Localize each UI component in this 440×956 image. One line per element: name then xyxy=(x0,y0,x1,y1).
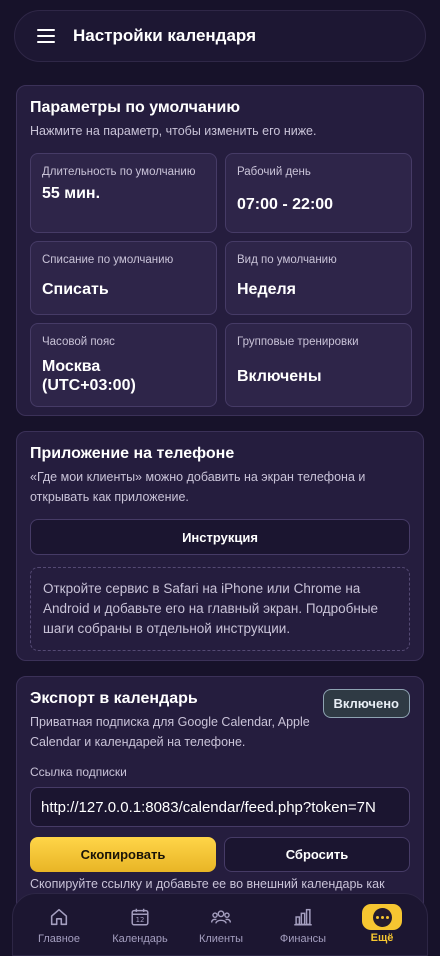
param-group-trainings[interactable]: Групповые тренировки Включены xyxy=(225,323,412,407)
bottom-nav: Главное 12 Календарь Клиенты Финансы Ещё xyxy=(12,893,428,956)
param-label: Длительность по умолчанию xyxy=(42,166,196,178)
param-label: Рабочий день xyxy=(237,166,311,178)
export-card: Экспорт в календарь Включено Приватная п… xyxy=(16,676,424,916)
more-icon xyxy=(362,904,402,930)
param-value: Неделя xyxy=(237,281,297,298)
param-timezone[interactable]: Часовой пояс Москва (UTC+03:00) xyxy=(30,323,217,407)
finance-icon xyxy=(294,908,312,926)
defaults-card: Параметры по умолчанию Нажмите на параме… xyxy=(16,85,424,416)
param-duration[interactable]: Длительность по умолчанию 55 мин. xyxy=(30,153,217,233)
link-label: Ссылка подписки xyxy=(30,765,127,779)
install-hint: Откройте сервис в Safari на iPhone или C… xyxy=(30,567,410,651)
nav-item-clients[interactable]: Клиенты xyxy=(189,894,253,954)
param-view[interactable]: Вид по умолчанию Неделя xyxy=(225,241,412,315)
home-icon xyxy=(50,908,68,926)
param-workday[interactable]: Рабочий день 07:00 - 22:00 xyxy=(225,153,412,233)
nav-label: Календарь xyxy=(112,933,168,945)
export-note: Скопируйте ссылку и добавьте ее во внешн… xyxy=(30,877,385,891)
param-value: Списать xyxy=(42,281,109,298)
phone-app-title: Приложение на телефоне xyxy=(30,445,235,462)
nav-label: Ещё xyxy=(370,932,394,944)
defaults-title: Параметры по умолчанию xyxy=(30,99,240,116)
calendar-icon: 12 xyxy=(131,908,149,926)
defaults-grid: Длительность по умолчанию 55 мин. Рабочи… xyxy=(30,153,412,407)
nav-label: Главное xyxy=(37,933,81,945)
param-value: 07:00 - 22:00 xyxy=(237,196,334,213)
copy-button[interactable]: Скопировать xyxy=(30,837,216,872)
param-label: Вид по умолчанию xyxy=(237,254,337,266)
top-bar: Настройки календаря xyxy=(14,10,426,62)
instruction-button[interactable]: Инструкция xyxy=(30,519,410,555)
svg-text:12: 12 xyxy=(136,916,145,924)
status-badge[interactable]: Включено xyxy=(322,689,410,718)
param-value: 55 мин. xyxy=(42,185,101,202)
nav-item-more[interactable]: Ещё xyxy=(353,894,411,954)
param-value: Москва (UTC+03:00) xyxy=(42,358,136,394)
nav-item-finance[interactable]: Финансы xyxy=(268,894,338,954)
clients-icon xyxy=(210,910,232,924)
page-title: Настройки календаря xyxy=(73,26,256,45)
param-charge[interactable]: Списание по умолчанию Списать xyxy=(30,241,217,315)
param-label: Часовой пояс xyxy=(42,336,115,348)
nav-label: Клиенты xyxy=(198,933,244,945)
export-actions: Скопировать Сбросить xyxy=(30,837,410,872)
nav-item-home[interactable]: Главное xyxy=(27,894,91,954)
param-label: Списание по умолчанию xyxy=(42,254,174,266)
phone-app-card: Приложение на телефоне «Где мои клиенты»… xyxy=(16,431,424,661)
param-label: Групповые тренировки xyxy=(237,336,359,348)
export-subtitle: Приватная подписка для Google Calendar, … xyxy=(30,715,310,749)
param-value: Включены xyxy=(237,368,322,385)
subscription-link-field[interactable]: http://127.0.0.1:8083/calendar/feed.php?… xyxy=(30,787,410,827)
reset-button[interactable]: Сбросить xyxy=(224,837,410,872)
nav-label: Финансы xyxy=(279,933,327,945)
menu-icon[interactable] xyxy=(37,29,55,43)
nav-item-calendar[interactable]: 12 Календарь xyxy=(103,894,177,954)
defaults-subtitle: Нажмите на параметр, чтобы изменить его … xyxy=(30,124,317,138)
phone-app-subtitle: «Где мои клиенты» можно добавить на экра… xyxy=(30,470,366,504)
